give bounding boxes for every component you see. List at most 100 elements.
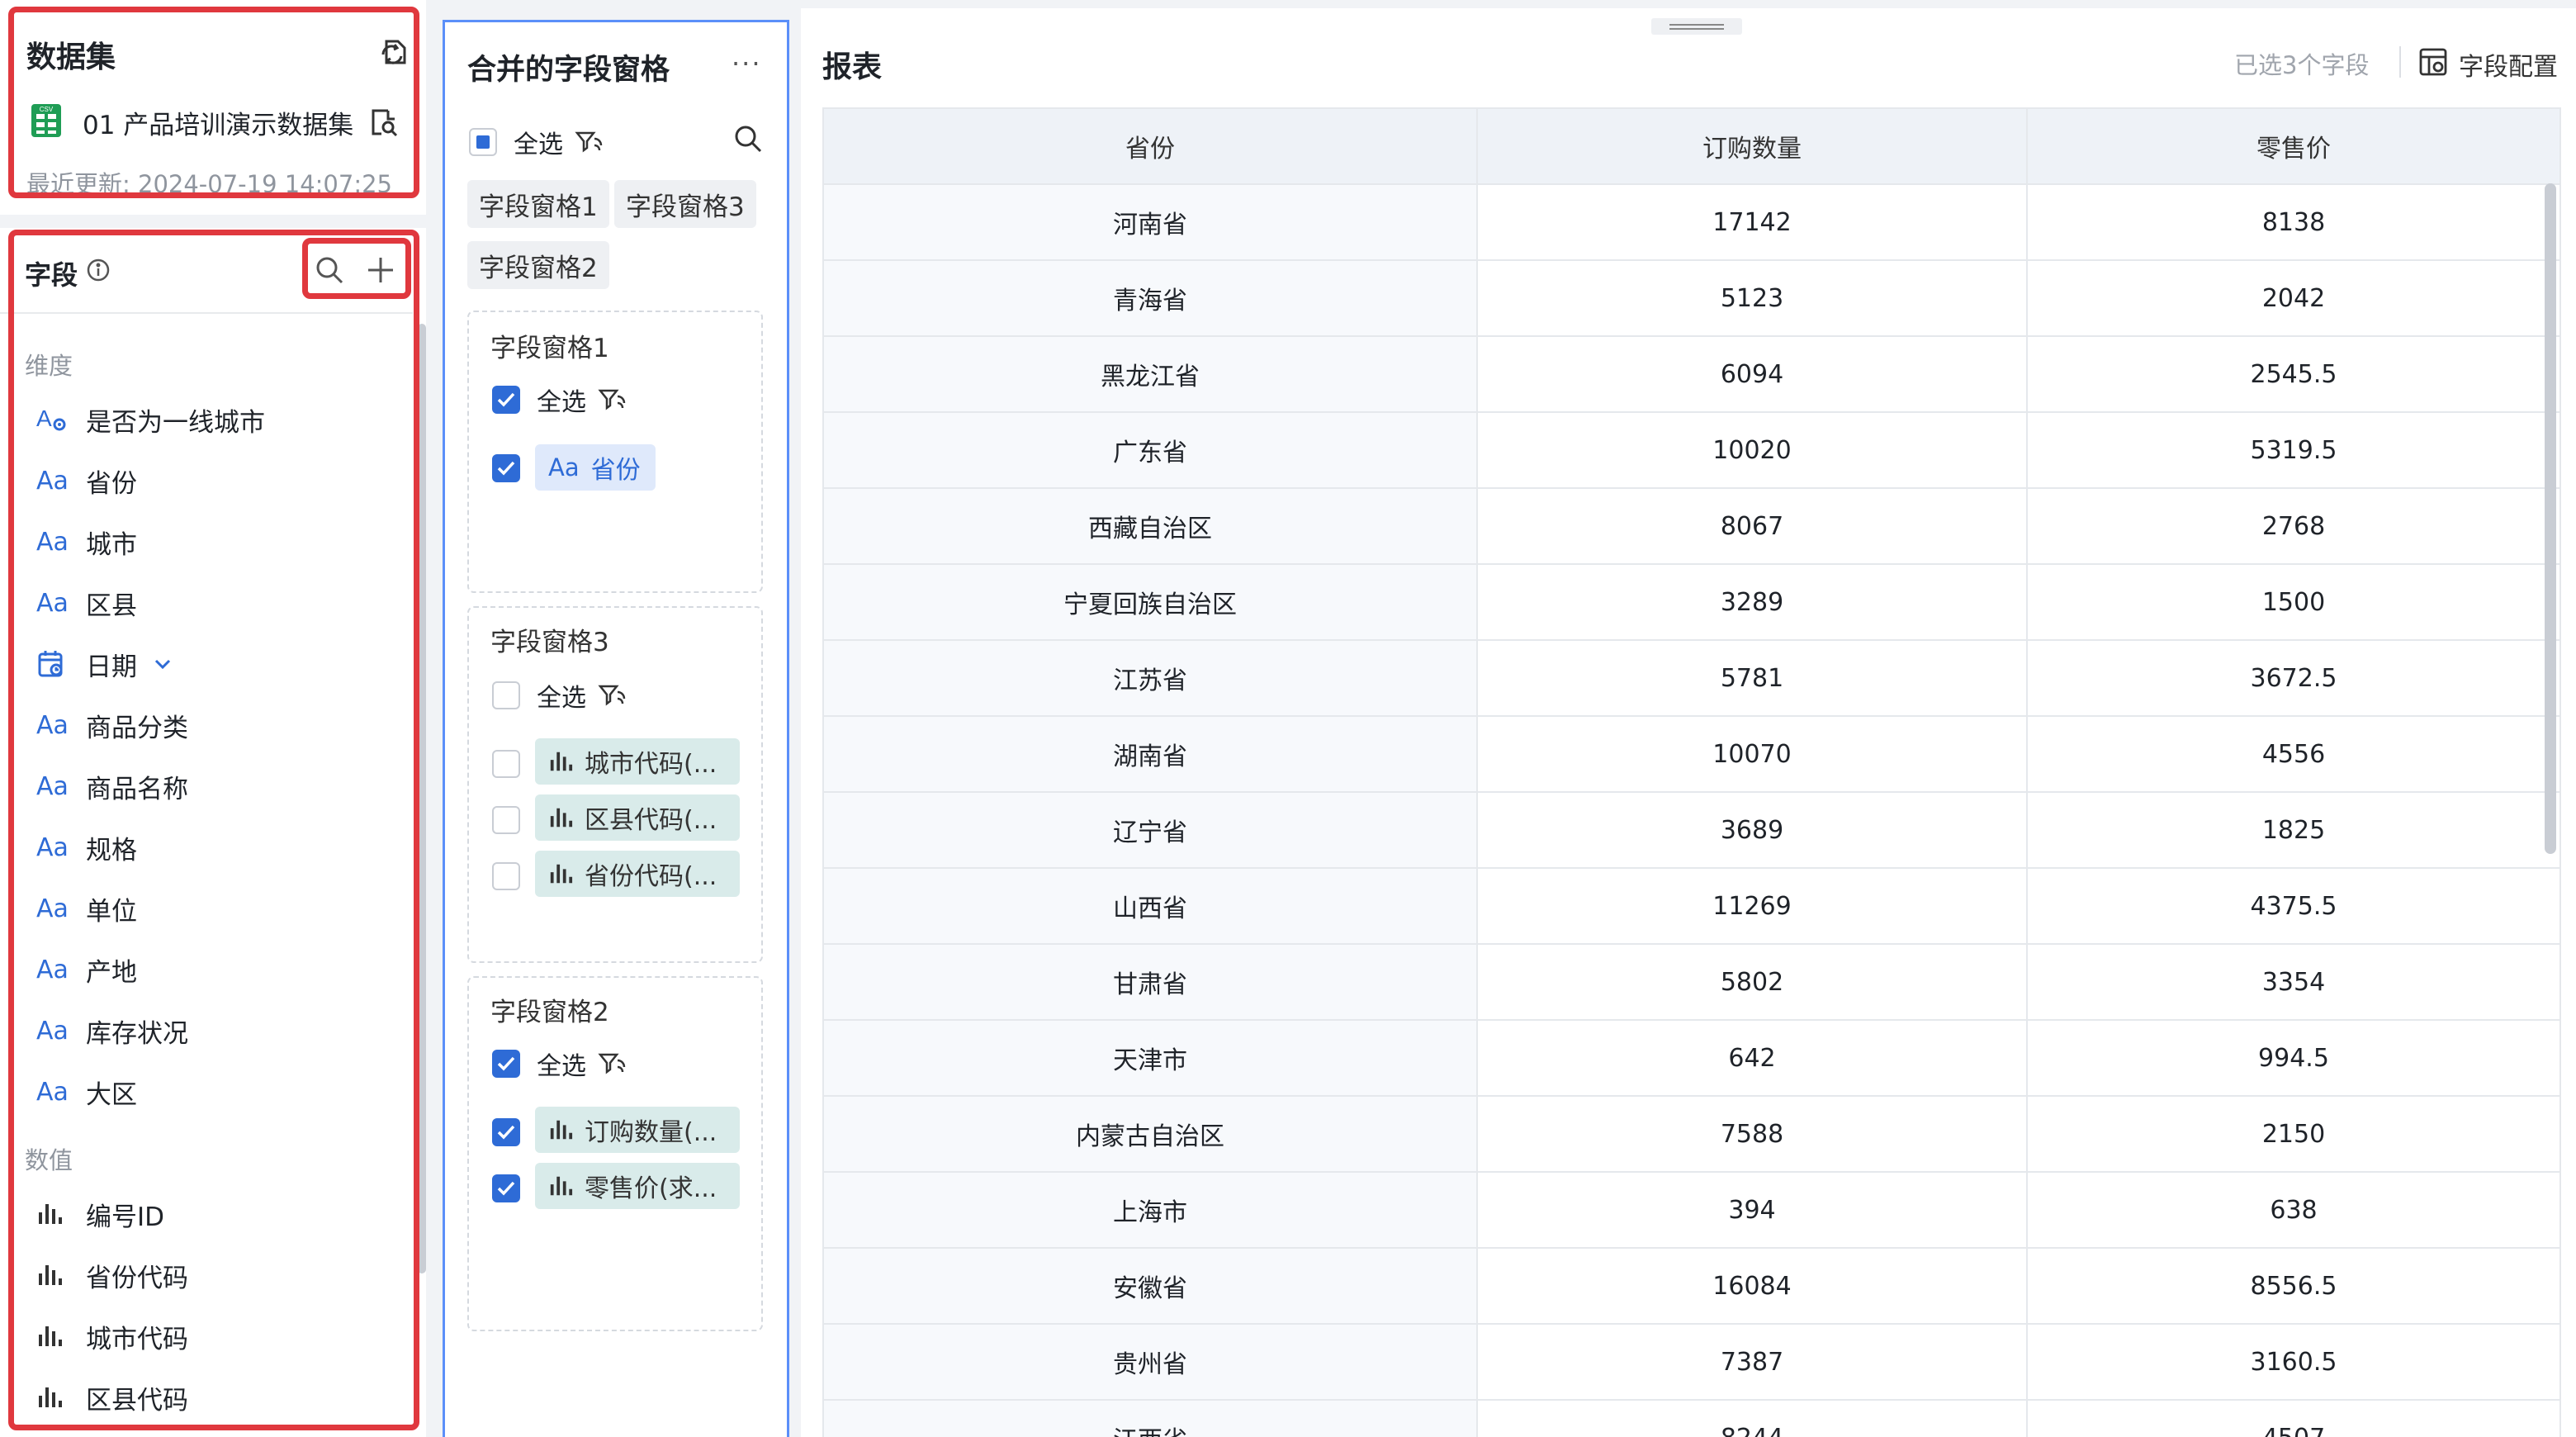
table-cell: 广东省 — [822, 411, 1478, 489]
dimension-field-tag[interactable]: Aa 省份 — [535, 444, 656, 491]
table-cell: 642 — [1476, 1019, 2028, 1097]
table-cell: 黑龙江省 — [822, 335, 1478, 413]
table-row: 天津市 642 994.5 — [822, 1019, 2561, 1097]
checkbox-unchecked[interactable] — [492, 750, 520, 778]
text-field-icon: Aa — [548, 453, 580, 481]
table-header-row: 省份 订购数量 零售价 — [822, 107, 2561, 185]
table-cell: 1500 — [2026, 563, 2561, 641]
table-cell: 4375.5 — [2026, 867, 2561, 945]
highlight-box-dataset — [8, 7, 419, 198]
checkbox-unchecked[interactable] — [492, 862, 520, 890]
pane-chip[interactable]: 字段窗格3 — [614, 180, 756, 228]
table-cell: 安徽省 — [822, 1247, 1478, 1325]
table-cell: 1825 — [2026, 791, 2561, 869]
table-cell: 7387 — [1476, 1323, 2028, 1401]
table-cell: 394 — [1476, 1171, 2028, 1249]
pane-chip[interactable]: 字段窗格2 — [467, 241, 609, 289]
table-cell: 河南省 — [822, 183, 1478, 261]
measure-field-tag[interactable]: 省份代码(... — [535, 851, 740, 897]
table-scrollbar[interactable] — [2545, 183, 2556, 854]
divider — [2399, 46, 2401, 78]
table-cell: 994.5 — [2026, 1019, 2561, 1097]
table-row: 西藏自治区 8067 2768 — [822, 487, 2561, 565]
select-all-label: 全选 — [537, 388, 586, 417]
bar-chart-icon — [548, 861, 573, 886]
tag-label: 城市代码(... — [585, 750, 717, 779]
tag-label: 订购数量(... — [585, 1118, 717, 1147]
table-cell: 4507 — [2026, 1399, 2561, 1437]
table-row: 广东省 10020 5319.5 — [822, 411, 2561, 489]
table-cell: 山西省 — [822, 867, 1478, 945]
table-row: 贵州省 7387 3160.5 — [822, 1323, 2561, 1401]
checkbox-checked[interactable] — [492, 1174, 520, 1202]
bar-chart-icon — [548, 805, 573, 830]
table-cell: 2545.5 — [2026, 335, 2561, 413]
table-row: 湖南省 10070 4556 — [822, 715, 2561, 793]
field-pane-2 — [467, 976, 763, 1331]
pane-chip[interactable]: 字段窗格1 — [467, 180, 609, 228]
report-table-container: 省份 订购数量 零售价 河南省 17142 8138 青海省 5123 2042 黑龙江… — [822, 107, 2561, 1437]
checkbox-checked[interactable] — [492, 454, 520, 482]
column-header[interactable]: 省份 — [822, 107, 1478, 185]
table-cell: 7588 — [1476, 1095, 2028, 1173]
table-cell: 3672.5 — [2026, 639, 2561, 717]
report-title: 报表 — [822, 50, 883, 84]
table-row: 江西省82444507 — [822, 1399, 2561, 1437]
pane-select-all-row[interactable]: 全选 — [492, 1046, 626, 1082]
merged-panel-title: 合并的字段窗格 — [467, 54, 670, 87]
table-cell: 8244 — [1476, 1399, 2028, 1437]
checkbox-checked[interactable] — [492, 1118, 520, 1146]
pane-select-all-row[interactable]: 全选 — [492, 382, 626, 418]
measure-field-tag[interactable]: 订购数量(... — [535, 1107, 740, 1153]
filter-icon[interactable] — [598, 1050, 626, 1077]
pane-title: 字段窗格2 — [490, 998, 609, 1027]
filter-icon[interactable] — [598, 682, 626, 709]
pane-title: 字段窗格3 — [490, 628, 609, 657]
table-row: 河南省 17142 8138 — [822, 183, 2561, 261]
table-cell: 3354 — [2026, 943, 2561, 1021]
table-cell: 8138 — [2026, 183, 2561, 261]
table-cell: 青海省 — [822, 259, 1478, 337]
highlight-box-field-list — [8, 230, 419, 1430]
checkbox-unchecked[interactable] — [492, 806, 520, 834]
drag-handle-icon[interactable] — [1651, 18, 1742, 35]
table-cell: 10020 — [1476, 411, 2028, 489]
select-all-checkbox[interactable] — [469, 128, 497, 156]
column-header[interactable]: 订购数量 — [1476, 107, 2028, 185]
search-icon[interactable] — [733, 124, 763, 157]
pane-select-all-row[interactable]: 全选 — [492, 677, 626, 714]
measure-field-tag[interactable]: 零售价(求... — [535, 1163, 740, 1209]
field-config-button[interactable]: 字段配置 — [2459, 46, 2558, 83]
measure-field-tag[interactable]: 城市代码(... — [535, 738, 740, 785]
table-cell: 天津市 — [822, 1019, 1478, 1097]
select-all-row[interactable]: 全选 — [469, 124, 603, 160]
checkbox-unchecked[interactable] — [492, 681, 520, 709]
more-options-icon[interactable]: ··· — [732, 48, 762, 79]
tag-label: 零售价(求... — [585, 1174, 717, 1203]
select-all-label: 全选 — [537, 1052, 586, 1081]
field-config-icon[interactable] — [2417, 46, 2449, 78]
table-cell: 8556.5 — [2026, 1247, 2561, 1325]
table-cell: 湖南省 — [822, 715, 1478, 793]
table-cell: 上海市 — [822, 1171, 1478, 1249]
table-row: 内蒙古自治区 7588 2150 — [822, 1095, 2561, 1173]
table-cell: 内蒙古自治区 — [822, 1095, 1478, 1173]
column-header[interactable]: 零售价 — [2026, 107, 2561, 185]
table-cell: 5802 — [1476, 943, 2028, 1021]
report-table: 省份 订购数量 零售价 河南省 17142 8138 青海省 5123 2042 黑龙江… — [822, 107, 2561, 1437]
table-cell: 江西省 — [822, 1399, 1478, 1437]
filter-icon[interactable] — [575, 129, 603, 155]
table-cell: 3160.5 — [2026, 1323, 2561, 1401]
select-all-label: 全选 — [537, 684, 586, 713]
checkbox-checked[interactable] — [492, 386, 520, 414]
filter-icon[interactable] — [598, 387, 626, 413]
pane-title: 字段窗格1 — [490, 334, 609, 363]
table-cell: 16084 — [1476, 1247, 2028, 1325]
table-cell: 3689 — [1476, 791, 2028, 869]
checkbox-checked[interactable] — [492, 1050, 520, 1078]
table-cell: 6094 — [1476, 335, 2028, 413]
table-cell: 3289 — [1476, 563, 2028, 641]
measure-field-tag[interactable]: 区县代码(... — [535, 794, 740, 841]
table-cell: 江苏省 — [822, 639, 1478, 717]
table-row: 甘肃省 5802 3354 — [822, 943, 2561, 1021]
